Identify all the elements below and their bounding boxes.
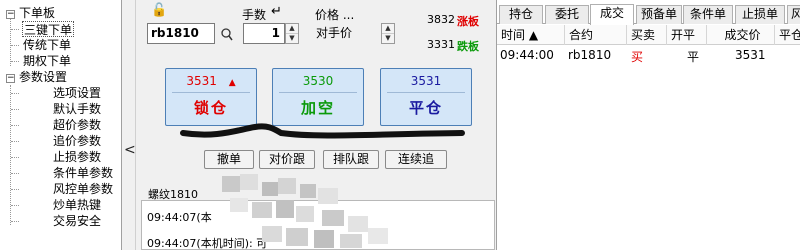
tree-item-chase-params[interactable]: 追价参数 (53, 133, 101, 149)
button-action: 加空 (300, 99, 335, 117)
stepper-up-icon[interactable]: ▲ (286, 24, 298, 34)
three-key-order-panel: 🔓 手数 ↵ 价格 ... rb1810 1 ▲ ▼ 对手价 ▲ ▼ 3832 … (137, 0, 495, 178)
lock-icon[interactable]: 🔓 (151, 3, 167, 18)
qty-stepper[interactable]: ▲ ▼ (285, 23, 299, 44)
contract-input[interactable]: rb1810 (147, 23, 215, 44)
button-action: 平仓 (408, 99, 443, 117)
return-icon[interactable]: ↵ (271, 4, 282, 19)
price-stepper[interactable]: ▲ ▼ (381, 23, 395, 44)
chevron-left-icon[interactable]: < (124, 142, 136, 158)
tab-fills[interactable]: 成交 (590, 4, 634, 25)
col-side[interactable]: 买卖 (627, 25, 667, 45)
tree-item-traditional-order[interactable]: 传统下单 (23, 37, 71, 53)
tab-orders[interactable]: 委托 (545, 5, 589, 24)
cancel-order-button[interactable]: 撤单 (204, 150, 254, 169)
search-icon[interactable] (221, 28, 233, 41)
price-mode-select[interactable]: 对手价 (312, 23, 380, 44)
cell-time: 09:44:00 (500, 48, 554, 62)
button-action: 锁仓 (193, 99, 228, 117)
button-price: 3531 ▲ (172, 69, 250, 93)
panel-collapse-bar[interactable]: < (122, 0, 136, 250)
add-short-button[interactable]: 3530 加空 (272, 68, 364, 126)
tab-prepared-orders[interactable]: 预备单 (636, 5, 682, 24)
button-price: 3530 (279, 69, 357, 93)
tab-conditional-orders[interactable]: 条件单 (683, 5, 733, 24)
tree-group-label: 参数设置 (19, 70, 68, 84)
lower-limit-label: 跌板 (457, 40, 479, 53)
tree-group-order-boards[interactable]: − 下单板 (6, 5, 55, 21)
tree-group-label: 下单板 (19, 6, 56, 20)
stepper-up-icon[interactable]: ▲ (382, 24, 394, 34)
tree-group-parameter-settings[interactable]: − 参数设置 (6, 69, 67, 85)
tab-risk[interactable]: 风 (787, 5, 800, 24)
log-line: 09:44:07(本 (147, 211, 212, 224)
tree-item-default-qty[interactable]: 默认手数 (53, 101, 101, 117)
qty-input[interactable]: 1 (243, 23, 285, 44)
upper-limit-price: 3832 (427, 13, 455, 26)
collapse-icon[interactable]: − (6, 74, 15, 83)
tree-item-stoploss-params[interactable]: 止损参数 (53, 149, 101, 165)
redaction-mosaic (222, 174, 388, 248)
cell-offset: 平 (687, 50, 700, 64)
tree-item-three-key-order[interactable]: 三键下单 (22, 21, 75, 37)
trade-tabs: 持仓 委托 成交 预备单 条件单 止损单 风 (497, 4, 800, 25)
tree-item-option-order[interactable]: 期权下单 (23, 53, 71, 69)
col-offset[interactable]: 开平 (667, 25, 707, 45)
tab-stoploss-orders[interactable]: 止损单 (735, 5, 785, 24)
stepper-down-icon[interactable]: ▼ (382, 34, 394, 44)
queue-follow-button[interactable]: 排队跟 (323, 150, 379, 169)
function-tree: − 下单板 三键下单 传统下单 期权下单 − 参数设置 选项设置 默认手数 超价参数… (0, 0, 122, 250)
up-arrow-icon: ▲ (228, 78, 236, 88)
stepper-down-icon[interactable]: ▼ (286, 34, 298, 44)
qty-label: 手数 (242, 8, 267, 22)
tree-item-hotkeys[interactable]: 炒单热键 (53, 197, 101, 213)
tree-line (10, 18, 11, 66)
continuous-chase-button[interactable]: 连续追 (385, 150, 447, 169)
tree-item-conditional-params[interactable]: 条件单参数 (53, 165, 113, 181)
trade-records-panel: 持仓 委托 成交 预备单 条件单 止损单 风 时间 ▲ 合约 买卖 开平 成交价… (496, 0, 800, 250)
fills-table-header: 时间 ▲ 合约 买卖 开平 成交价 平仓 (497, 25, 800, 45)
tab-positions[interactable]: 持仓 (499, 5, 543, 24)
cell-contract: rb1810 (568, 48, 612, 62)
price-label[interactable]: 价格 ... (315, 6, 354, 23)
upper-limit-label: 涨板 (457, 15, 479, 28)
col-time[interactable]: 时间 ▲ (497, 25, 565, 45)
col-price[interactable]: 成交价 (707, 25, 775, 45)
counter-follow-button[interactable]: 对价跟 (259, 150, 315, 169)
tree-line (10, 85, 11, 225)
button-price: 3531 (387, 69, 465, 93)
collapse-icon[interactable]: − (6, 10, 15, 19)
lock-position-button[interactable]: 3531 ▲ 锁仓 (165, 68, 257, 126)
cell-price: 3531 (735, 48, 766, 62)
col-contract[interactable]: 合约 (565, 25, 627, 45)
close-position-button[interactable]: 3531 平仓 (380, 68, 472, 126)
col-close[interactable]: 平仓 (775, 25, 800, 45)
lower-limit-price: 3331 (427, 38, 455, 51)
tree-item-option-settings[interactable]: 选项设置 (53, 85, 101, 101)
tree-item-trade-security[interactable]: 交易安全 (53, 213, 101, 229)
drawn-stroke (180, 123, 465, 139)
tree-item-overprice-params[interactable]: 超价参数 (53, 117, 101, 133)
cell-side: 买 (631, 50, 644, 64)
tree-item-risk-params[interactable]: 风控单参数 (53, 181, 113, 197)
